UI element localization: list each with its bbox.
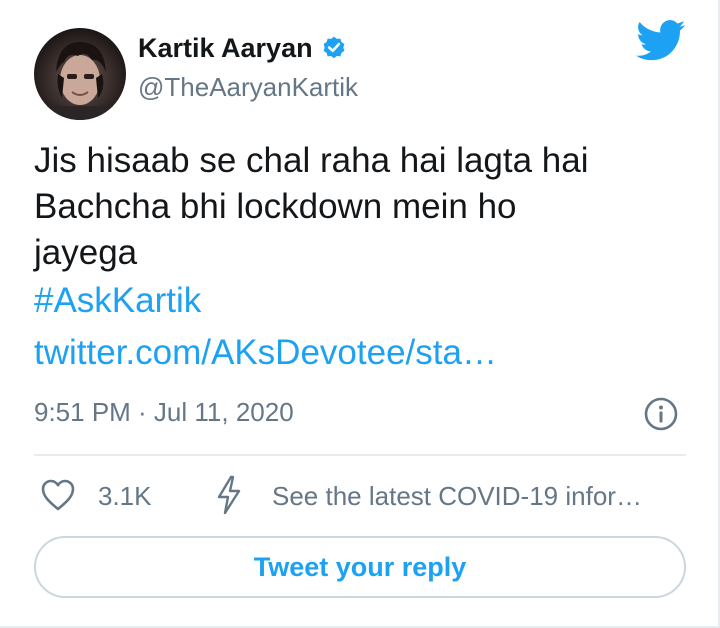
tweet-url-link[interactable]: twitter.com/AKsDevotee/sta… bbox=[34, 330, 497, 376]
tweet-text-line: Bachcha bhi lockdown mein ho bbox=[34, 187, 517, 226]
like-count[interactable]: 3.1K bbox=[98, 476, 152, 516]
heart-icon[interactable] bbox=[40, 478, 76, 512]
avatar[interactable] bbox=[34, 28, 126, 120]
covid-info-link[interactable]: See the latest COVID-19 infor… bbox=[272, 476, 642, 516]
profile-photo bbox=[34, 42, 126, 120]
tweet-timestamp[interactable]: 9:51 PM · Jul 11, 2020 bbox=[34, 392, 294, 432]
hashtag-link[interactable]: #AskKartik bbox=[34, 278, 201, 324]
reply-button-label: Tweet your reply bbox=[253, 551, 467, 582]
twitter-bird-icon[interactable] bbox=[636, 20, 686, 62]
verified-badge-icon bbox=[321, 35, 347, 61]
tweet-text-line: jayega bbox=[34, 233, 138, 272]
divider bbox=[34, 454, 686, 456]
info-icon[interactable] bbox=[644, 397, 678, 431]
lightning-bolt-icon bbox=[214, 474, 244, 516]
tweet-text: Jis hisaab se chal raha hai lagta hai Ba… bbox=[34, 138, 694, 276]
author-name-row[interactable]: Kartik Aaryan bbox=[138, 30, 347, 66]
author-display-name[interactable]: Kartik Aaryan bbox=[138, 30, 313, 66]
author-handle[interactable]: @TheAaryanKartik bbox=[138, 70, 358, 104]
tweet-reply-button[interactable]: Tweet your reply bbox=[34, 536, 686, 598]
tweet-card: Kartik Aaryan @TheAaryanKartik Jis hisaa… bbox=[0, 0, 720, 628]
tweet-text-line: Jis hisaab se chal raha hai lagta hai bbox=[34, 141, 589, 180]
